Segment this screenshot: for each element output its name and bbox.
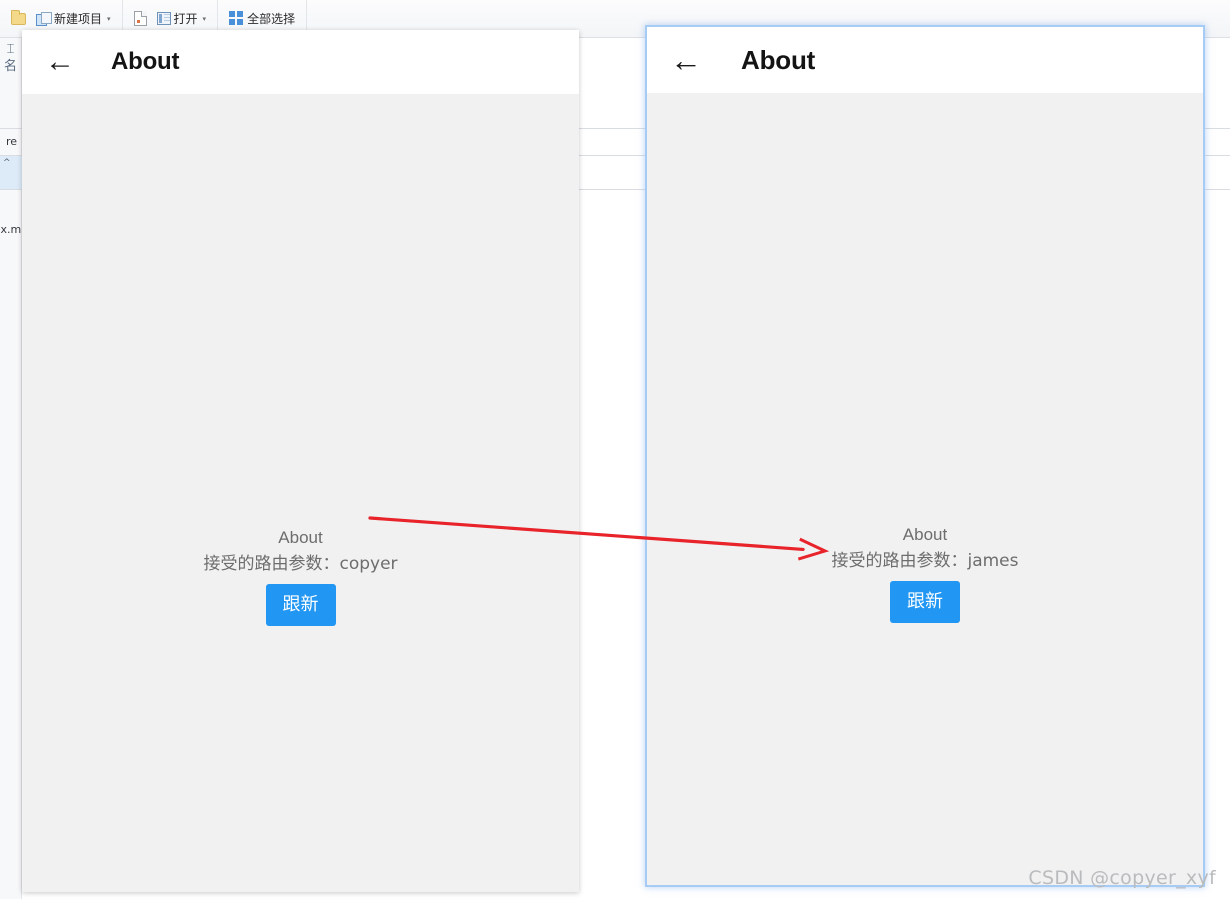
toolbar-item-document[interactable] (129, 9, 152, 28)
back-arrow-icon[interactable]: ← (44, 47, 76, 77)
background-clipped-label: re (6, 135, 18, 148)
toolbar-item-open-label: 打开 (173, 12, 198, 26)
about-heading: About (278, 528, 323, 547)
toolbar-item-select-all-label: 全部选择 (247, 12, 296, 26)
phone-preview-left: ← About About 接受的路由参数：copyer 跟新 (22, 30, 579, 892)
background-clipped-label: .x.m (0, 223, 22, 236)
phone-body-left: About 接受的路由参数：copyer 跟新 (22, 94, 579, 892)
select-all-icon (229, 11, 244, 26)
phone-preview-right: ← About About 接受的路由参数：james 跟新 (645, 25, 1205, 887)
route-params-label: 接受的路由参数： (203, 554, 340, 574)
route-params-value: james (967, 551, 1019, 571)
page-title: About (741, 44, 816, 75)
update-button[interactable]: 跟新 (890, 581, 960, 623)
page-title: About (111, 48, 180, 75)
about-content-left: About 接受的路由参数：copyer 跟新 (22, 526, 579, 626)
route-params-line: 接受的路由参数：james (647, 547, 1203, 575)
new-project-icon (36, 11, 52, 26)
toolbar-item-new-project[interactable]: 新建项目 ▾ (31, 8, 116, 29)
about-heading: About (902, 525, 948, 544)
toolbar-item-select-all[interactable]: 全部选择 (224, 8, 300, 29)
route-params-label: 接受的路由参数： (831, 551, 968, 571)
rail-glyph-icon: ⌶ (6, 42, 15, 57)
update-button[interactable]: 跟新 (265, 584, 336, 626)
background-collapse-caret-icon[interactable]: ^ (3, 158, 11, 168)
route-params-value: copyer (339, 554, 398, 574)
chevron-down-icon[interactable]: ▾ (203, 15, 207, 23)
back-arrow-icon[interactable]: ← (669, 44, 703, 76)
chevron-down-icon[interactable]: ▾ (107, 15, 111, 23)
open-file-icon (156, 12, 171, 25)
route-params-line: 接受的路由参数：copyer (22, 550, 579, 578)
document-icon (133, 11, 147, 26)
phone-body-right: About 接受的路由参数：james 跟新 (647, 93, 1203, 885)
rail-glyph-name-icon: 名 (3, 59, 17, 74)
about-content-right: About 接受的路由参数：james 跟新 (647, 523, 1203, 623)
toolbar-item-open[interactable]: 打开 ▾ (152, 8, 212, 29)
watermark: CSDN @copyer_xyf (1028, 867, 1216, 889)
app-bar-left: ← About (22, 30, 579, 94)
app-bar-right: ← About (647, 27, 1203, 93)
toolbar-item-new-project-label: 新建项目 (54, 12, 103, 26)
toolbar-item-folder[interactable] (6, 9, 31, 27)
folder-icon (11, 9, 26, 25)
